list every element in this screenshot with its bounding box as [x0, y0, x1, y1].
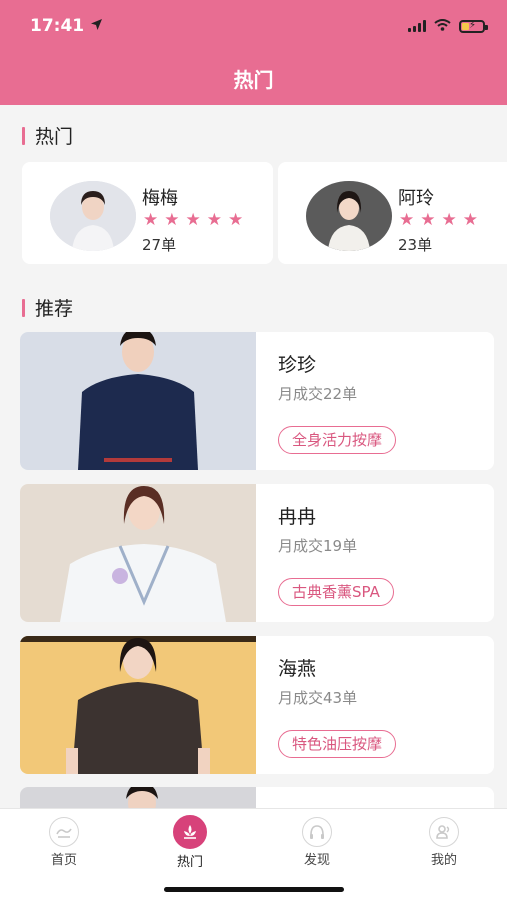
star-icon: ★ — [185, 210, 201, 230]
tab-label: 发现 — [303, 853, 330, 868]
cellular-signal-icon — [408, 20, 426, 32]
technician-name: 阿玲 — [398, 188, 434, 209]
star-icon: ★ — [420, 210, 436, 230]
page-title: 热门 — [233, 68, 274, 92]
profile-icon — [429, 817, 459, 847]
home-icon — [49, 817, 79, 847]
hot-card-aling[interactable]: 阿玲 ★ ★ ★ ★ 23单 — [278, 162, 507, 264]
app-header: 17:41 ⚡ 热门 — [0, 0, 507, 105]
hot-section-label: 热门 — [35, 126, 74, 148]
technician-photo — [20, 332, 256, 470]
technician-name: 梅梅 — [142, 188, 178, 209]
hot-lotus-icon — [173, 815, 207, 849]
battery-icon: ⚡ — [459, 19, 488, 33]
service-tag[interactable]: 特色油压按摩 — [278, 730, 397, 758]
star-icon: ★ — [206, 210, 222, 230]
tab-home[interactable]: 首页 — [24, 817, 104, 868]
star-icon: ★ — [164, 210, 180, 230]
service-tag[interactable]: 全身活力按摩 — [278, 426, 397, 454]
star-icon: ★ — [228, 210, 244, 230]
section-marker — [22, 298, 25, 317]
tab-discover[interactable]: 发现 — [277, 817, 357, 868]
location-arrow-icon — [90, 16, 103, 36]
headphones-icon — [302, 817, 332, 847]
star-rating: ★ ★ ★ ★ — [399, 212, 478, 229]
status-bar: 17:41 ⚡ — [30, 14, 488, 38]
tab-label: 我的 — [430, 853, 457, 868]
status-time: 17:41 — [30, 16, 85, 36]
service-tag[interactable]: 古典香薰SPA — [278, 578, 394, 606]
order-count: 27单 — [142, 236, 177, 254]
star-icon: ★ — [399, 210, 415, 230]
recommend-section-label: 推荐 — [35, 298, 74, 320]
avatar — [50, 181, 136, 251]
recommend-card-zhenzhen[interactable]: 珍珍 月成交22单 全身活力按摩 — [20, 332, 494, 470]
star-rating: ★ ★ ★ ★ ★ — [143, 212, 243, 229]
recommend-card-ranran[interactable]: 冉冉 月成交19单 古典香薰SPA — [20, 484, 494, 622]
tab-profile[interactable]: 我的 — [404, 817, 484, 868]
recommend-section-title: 推荐 — [22, 294, 73, 321]
section-marker — [22, 126, 25, 145]
recommend-card-haiyan[interactable]: 海燕 月成交43单 特色油压按摩 — [20, 636, 494, 774]
tab-label: 热门 — [176, 855, 203, 870]
hot-section-title: 热门 — [22, 122, 73, 149]
tab-hot[interactable]: 热门 — [150, 815, 230, 870]
monthly-sales: 月成交19单 — [278, 537, 358, 555]
monthly-sales: 月成交22单 — [278, 385, 358, 403]
technician-name: 冉冉 — [278, 506, 317, 528]
wifi-icon — [434, 16, 451, 36]
tab-label: 首页 — [50, 853, 77, 868]
star-icon: ★ — [143, 210, 159, 230]
technician-photo — [20, 484, 256, 622]
monthly-sales: 月成交43单 — [278, 689, 358, 707]
technician-name: 海燕 — [278, 658, 317, 680]
technician-photo — [20, 636, 256, 774]
star-icon: ★ — [441, 210, 457, 230]
order-count: 23单 — [398, 236, 433, 254]
star-icon: ★ — [462, 210, 478, 230]
home-indicator — [164, 887, 344, 892]
technician-name: 珍珍 — [278, 354, 317, 376]
hot-card-meimei[interactable]: 梅梅 ★ ★ ★ ★ ★ 27单 — [22, 162, 273, 264]
avatar — [306, 181, 392, 251]
